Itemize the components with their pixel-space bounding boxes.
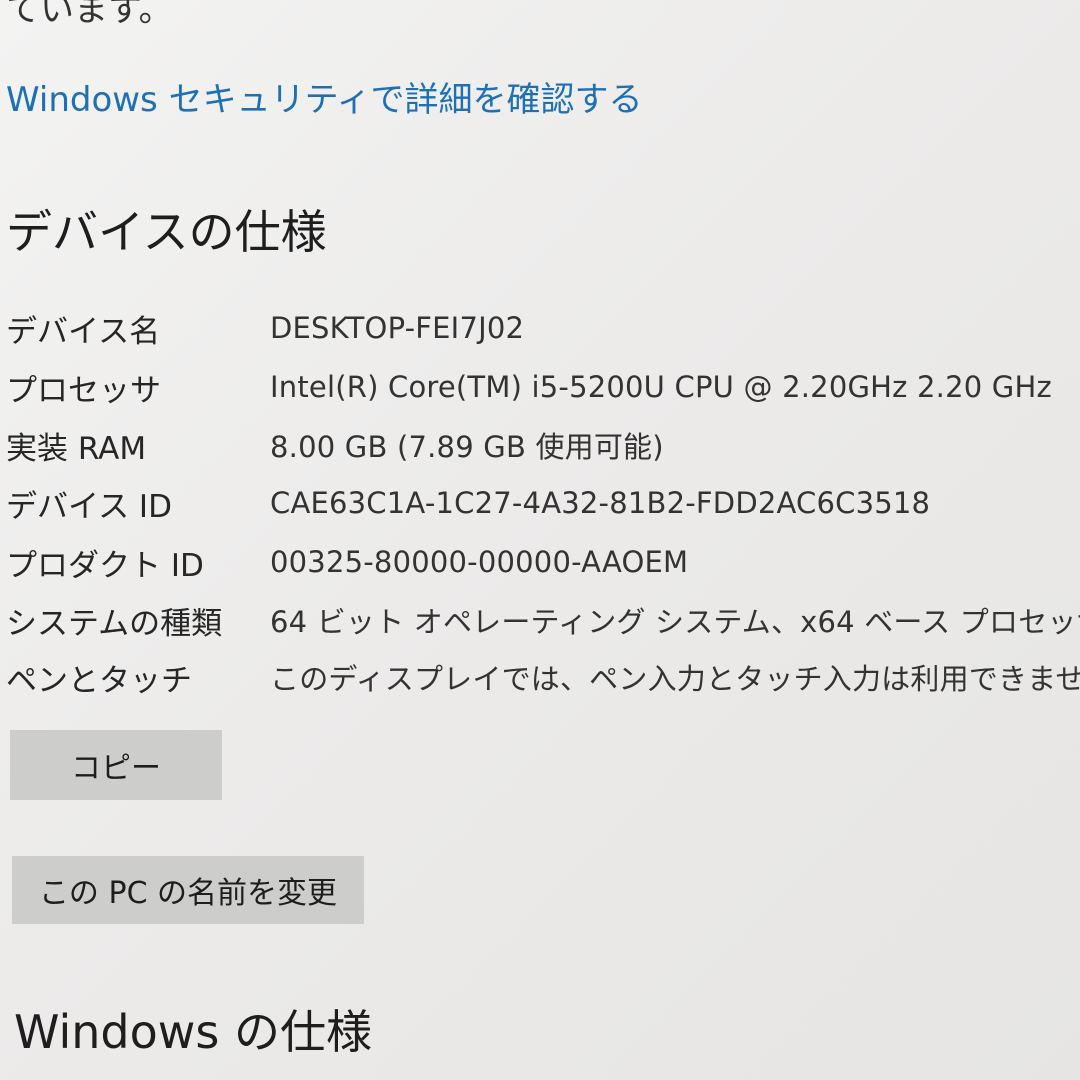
windows-spec-title: Windows の仕様 (14, 1005, 372, 1059)
spec-label: ペンとタッチ (6, 662, 192, 699)
spec-label: デバイス名 (6, 313, 161, 350)
spec-label: プロセッサ (6, 372, 161, 409)
device-spec-title: デバイスの仕様 (6, 205, 327, 259)
rename-pc-button[interactable]: この PC の名前を変更 (12, 856, 364, 924)
spec-label: 実装 RAM (6, 430, 147, 467)
spec-row-pen-touch: ペンとタッチ このディスプレイでは、ペン入力とタッチ入力は利用できません (6, 652, 1080, 702)
spec-row-ram: 実装 RAM 8.00 GB (7.89 GB 使用可能) (6, 420, 664, 470)
spec-value: 00325-80000-00000-AAOEM (270, 545, 689, 579)
header-text-fragment: ています。 (6, 0, 173, 30)
spec-label: プロダクト ID (6, 547, 204, 584)
spec-value: CAE63C1A-1C27-4A32-81B2-FDD2AC6C3518 (270, 486, 931, 520)
spec-value: このディスプレイでは、ペン入力とタッチ入力は利用できません (270, 662, 1080, 696)
spec-row-processor: プロセッサ Intel(R) Core(TM) i5-5200U CPU @ 2… (6, 362, 1052, 412)
windows-security-link[interactable]: Windows セキュリティで詳細を確認する (6, 72, 643, 121)
copy-button[interactable]: コピー (10, 730, 222, 800)
spec-value: 8.00 GB (7.89 GB 使用可能) (270, 430, 664, 464)
spec-value: Intel(R) Core(TM) i5-5200U CPU @ 2.20GHz… (270, 370, 1052, 404)
spec-row-device-id: デバイス ID CAE63C1A-1C27-4A32-81B2-FDD2AC6C… (6, 478, 930, 528)
spec-label: デバイス ID (6, 488, 172, 525)
spec-value: DESKTOP-FEI7J02 (270, 311, 525, 345)
spec-value: 64 ビット オペレーティング システム、x64 ベース プロセッサ (270, 605, 1080, 639)
spec-row-product-id: プロダクト ID 00325-80000-00000-AAOEM (6, 537, 688, 587)
spec-row-device-name: デバイス名 DESKTOP-FEI7J02 (6, 303, 524, 353)
spec-row-system-type: システムの種類 64 ビット オペレーティング システム、x64 ベース プロセ… (6, 595, 1080, 645)
spec-label: システムの種類 (6, 605, 223, 642)
